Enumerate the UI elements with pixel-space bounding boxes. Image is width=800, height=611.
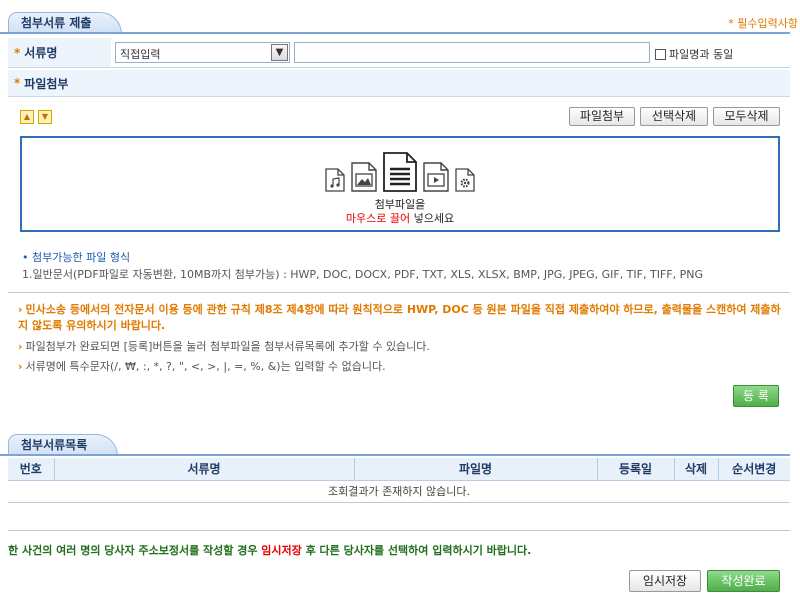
doc-name-label: * 서류명 — [8, 38, 111, 67]
bullet-dot-icon: • — [22, 251, 29, 264]
attach-file-button[interactable]: 파일첨부 — [569, 107, 635, 126]
col-number: 번호 — [8, 458, 55, 481]
notice-1: › 파일첨부가 완료되면 [등록]버튼을 눌러 첨부파일을 첨부서류목록에 추가할… — [18, 338, 430, 354]
col-file-name: 파일명 — [354, 458, 598, 481]
bottom-notice-suffix: 후 다른 당사자를 선택하여 입력하시기 바랍니다. — [301, 544, 532, 557]
table-header-row: 번호 서류명 파일명 등록일 삭제 순서변경 — [8, 458, 790, 481]
move-up-button[interactable]: ▲ — [20, 110, 34, 124]
chevron-right-icon: › — [18, 340, 23, 353]
required-note: * 필수입력사항 — [728, 17, 798, 30]
file-attach-label: * 파일첨부 — [8, 70, 208, 96]
allowed-formats-title-text: 첨부가능한 파일 형식 — [32, 251, 131, 264]
bottom-notice-highlight: 임시저장 — [261, 544, 302, 557]
drop-drag-suffix: 넣으세요 — [410, 212, 455, 225]
divider — [8, 292, 790, 293]
bottom-notice-prefix: 한 사건의 여러 명의 당사자 주소보정서를 작성할 경우 — [8, 544, 262, 557]
tab-underline — [0, 32, 790, 34]
file-drop-zone[interactable]: 첨부파일을 마우스로 끌어 넣으세요 — [20, 136, 780, 232]
video-file-icon — [423, 162, 449, 192]
register-button[interactable]: 등 록 — [733, 385, 779, 407]
col-delete: 삭제 — [674, 458, 719, 481]
doc-name-select-value: 직접입력 — [120, 48, 161, 61]
same-as-filename-checkbox[interactable]: 파일명과 동일 — [655, 46, 733, 62]
complete-button[interactable]: 작성완료 — [707, 570, 780, 592]
col-reorder: 순서변경 — [718, 458, 790, 481]
notice-2-text: 서류명에 특수문자(/, ₩, :, *, ?, ", <, >, |, =, … — [25, 360, 386, 373]
file-attach-label-text: 파일첨부 — [24, 76, 69, 91]
image-file-icon — [351, 162, 377, 192]
tab-underline — [0, 454, 790, 456]
settings-file-icon — [455, 168, 475, 192]
drop-drag-text: 마우스로 끌어 — [345, 212, 411, 225]
allowed-formats-list: 1.일반문서(PDF파일로 자동변환, 10MB까지 첨부가능) : HWP, … — [22, 268, 703, 281]
delete-all-button[interactable]: 모두삭제 — [713, 107, 780, 126]
notice-bold: › 민사소송 등에서의 전자문서 이용 등에 관한 규칙 제8조 제4항에 따라 … — [18, 302, 790, 334]
audio-file-icon — [325, 168, 345, 192]
chevron-down-icon: ▼ — [271, 44, 288, 61]
bottom-notice: 한 사건의 여러 명의 당사자 주소보정서를 작성할 경우 임시저장 후 다른 … — [8, 542, 531, 558]
allowed-formats-title: • 첨부가능한 파일 형식 — [22, 249, 130, 265]
table-row: 조회결과가 존재하지 않습니다. — [8, 480, 790, 503]
notice-1-text: 파일첨부가 완료되면 [등록]버튼을 눌러 첨부파일을 첨부서류목록에 추가할 … — [25, 340, 430, 353]
temp-save-button[interactable]: 임시저장 — [629, 570, 701, 592]
delete-selected-button[interactable]: 선택삭제 — [640, 107, 708, 126]
drop-instruction-line2: 마우스로 끌어 넣으세요 — [22, 210, 778, 226]
empty-result-text: 조회결과가 존재하지 않습니다. — [8, 480, 790, 503]
section-title: 첨부서류 제출 — [8, 12, 123, 34]
file-type-icons — [22, 152, 778, 192]
doc-name-label-text: 서류명 — [24, 46, 58, 60]
move-down-button[interactable]: ▼ — [38, 110, 52, 124]
divider — [8, 530, 790, 531]
doc-name-input[interactable] — [294, 42, 650, 63]
doc-list-table: 번호 서류명 파일명 등록일 삭제 순서변경 조회결과가 존재하지 않습니다. — [8, 458, 790, 503]
col-reg-date: 등록일 — [597, 458, 675, 481]
document-file-icon — [383, 152, 417, 192]
doc-list-title: 첨부서류목록 — [8, 434, 119, 456]
attach-docs-tab-bar: 첨부서류 제출 — [0, 10, 790, 34]
doc-list-tab-bar: 첨부서류목록 — [0, 432, 790, 456]
checkbox-icon[interactable] — [655, 48, 666, 60]
file-attach-row: * 파일첨부 — [8, 70, 790, 97]
chevron-right-icon: › — [18, 303, 23, 316]
required-star-icon: * — [14, 45, 21, 60]
required-star-icon: * — [14, 76, 21, 90]
col-doc-name: 서류명 — [54, 458, 355, 481]
notice-bold-text: 민사소송 등에서의 전자문서 이용 등에 관한 규칙 제8조 제4항에 따라 원… — [18, 303, 781, 332]
doc-name-select[interactable]: 직접입력 ▼ — [115, 42, 290, 63]
notice-2: › 서류명에 특수문자(/, ₩, :, *, ?, ", <, >, |, =,… — [18, 358, 386, 374]
chevron-right-icon: › — [18, 360, 23, 373]
same-as-filename-label: 파일명과 동일 — [669, 48, 734, 61]
